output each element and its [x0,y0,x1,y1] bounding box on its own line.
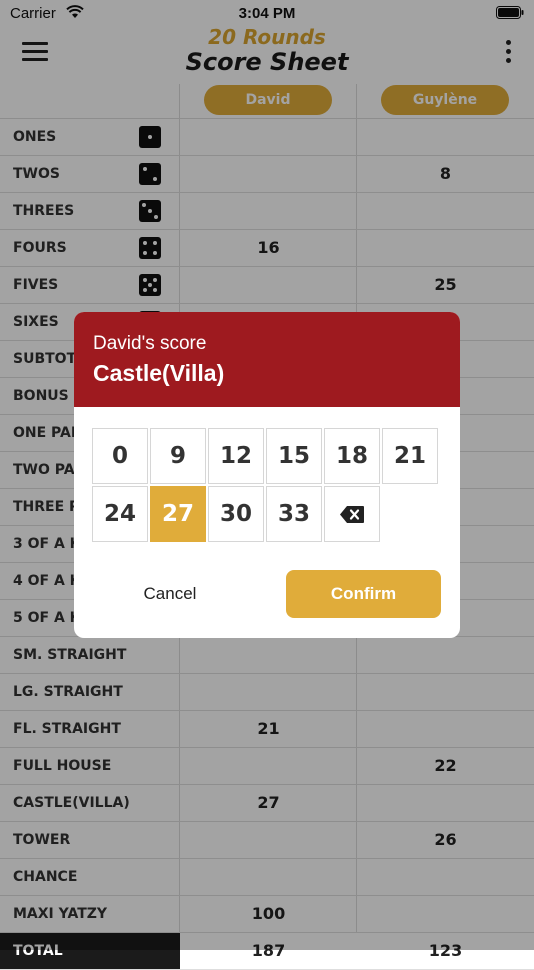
keypad-key[interactable]: 33 [266,486,322,542]
backspace-icon [340,505,364,523]
keypad-key[interactable]: 15 [266,428,322,484]
keypad-key[interactable]: 18 [324,428,380,484]
keypad-key[interactable]: 12 [208,428,264,484]
keypad-key[interactable]: 9 [150,428,206,484]
backspace-key[interactable] [324,486,380,542]
cancel-button[interactable]: Cancel [94,570,246,618]
keypad-key[interactable]: 27 [150,486,206,542]
keypad-key[interactable]: 21 [382,428,438,484]
dialog-header: David's score Castle(Villa) [74,312,460,407]
score-dialog: David's score Castle(Villa) 0 9 12 15 18 21 24… [74,312,460,638]
keypad-key[interactable]: 0 [92,428,148,484]
keypad-key[interactable]: 30 [208,486,264,542]
confirm-button[interactable]: Confirm [286,570,441,618]
dialog-title: Castle(Villa) [93,360,225,386]
keypad-key[interactable]: 24 [92,486,148,542]
dialog-subtitle: David's score [93,333,207,354]
